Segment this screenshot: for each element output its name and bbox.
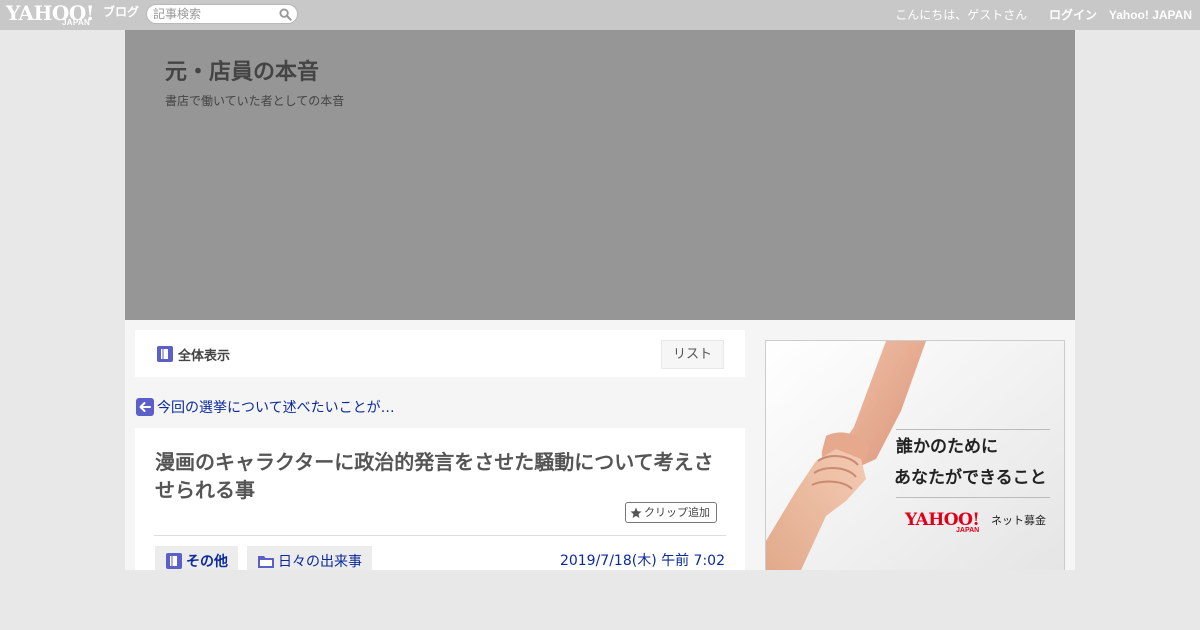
login-link[interactable]: ログイン <box>1049 8 1097 22</box>
ad-service-text: ネット募金 <box>991 514 1046 527</box>
book-icon <box>166 553 182 569</box>
yahoo-japan-link[interactable]: Yahoo! JAPAN <box>1109 8 1192 22</box>
article-search <box>146 4 298 24</box>
ad-rule-bottom <box>896 497 1050 498</box>
donation-ad-banner[interactable]: 誰かのために あなたができること YAHOO! JAPAN ネット募金 <box>765 340 1065 580</box>
book-icon <box>157 346 173 362</box>
hands-illustration <box>766 341 1064 579</box>
blog-header: 元・店員の本音 書店で働いていた者としての本音 <box>125 30 1075 320</box>
article-nav-bar: 全体表示 リスト <box>135 330 745 377</box>
ad-headline-2: あなたができること <box>894 468 1047 488</box>
ad-rule-top <box>896 429 1050 430</box>
folder-icon <box>258 556 274 568</box>
list-button[interactable]: リスト <box>661 340 724 369</box>
ad-yahoo-logo-sub: JAPAN <box>956 527 980 534</box>
arrow-left-icon <box>136 398 154 416</box>
search-input[interactable] <box>153 6 273 22</box>
blog-description: 書店で働いていた者としての本音 <box>165 94 345 108</box>
bottom-strip <box>0 570 1200 630</box>
blog-title[interactable]: 元・店員の本音 <box>165 58 319 88</box>
clip-add-label: クリップ追加 <box>644 506 710 519</box>
post-date: 2019/7/18(木) 午前 7:02 <box>559 553 725 569</box>
previous-article-link[interactable]: 今回の選挙について述べたいことが… <box>136 398 395 416</box>
yahoo-logo-sub: JAPAN <box>62 18 91 27</box>
ad-headline-1: 誰かのために <box>896 437 998 457</box>
category-label: その他 <box>186 554 228 570</box>
global-header: YAHOO! JAPAN ブログ こんにちは、ゲストさん ログイン Yahoo!… <box>0 0 1200 30</box>
account-area: こんにちは、ゲストさん ログイン Yahoo! JAPAN <box>895 7 1192 23</box>
star-icon <box>630 507 642 518</box>
page-body: 元・店員の本音 書店で働いていた者としての本音 全体表示 リスト 今回の選挙につ… <box>125 30 1075 630</box>
all-view-label: 全体表示 <box>178 348 231 364</box>
all-view-link[interactable]: 全体表示 <box>156 345 231 364</box>
previous-article-label: 今回の選挙について述べたいことが… <box>157 400 395 416</box>
article-title: 漫画のキャラクターに政治的発言をさせた騒動について考えさせられる事 <box>155 450 714 502</box>
yahoo-logo[interactable]: YAHOO! JAPAN <box>6 2 101 28</box>
folder-label: 日々の出来事 <box>278 554 362 570</box>
article-divider <box>154 535 726 536</box>
search-icon[interactable] <box>279 8 292 21</box>
clip-add-button[interactable]: クリップ追加 <box>625 502 717 523</box>
greeting-text: こんにちは、ゲストさん <box>895 8 1028 22</box>
service-label[interactable]: ブログ <box>103 4 139 20</box>
